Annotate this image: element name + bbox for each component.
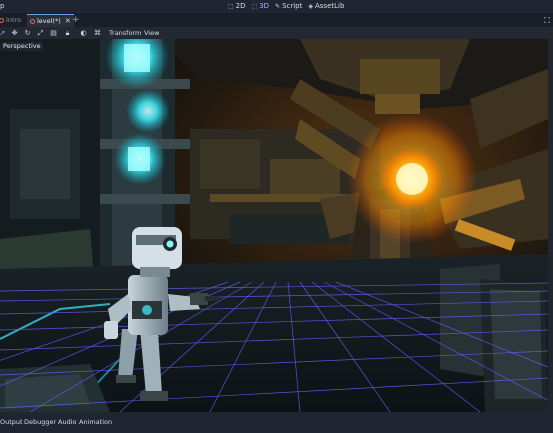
3d-viewport[interactable]: Perspective bbox=[0, 39, 548, 412]
group-icon[interactable]: ◐ bbox=[79, 27, 88, 39]
scene-render bbox=[0, 39, 548, 412]
list-select-icon[interactable]: ▤ bbox=[49, 27, 58, 39]
animation-tab[interactable]: Animation bbox=[79, 412, 112, 433]
scene-tab-intro[interactable]: Intro bbox=[0, 14, 24, 26]
mode-2d-button[interactable]: ⬚ 2D bbox=[228, 0, 246, 13]
scale-tool-icon[interactable]: ⤢ bbox=[36, 27, 45, 39]
mode-3d-button[interactable]: ⬚ 3D bbox=[252, 0, 270, 13]
scene-tab-label: Intro bbox=[6, 16, 22, 24]
mode-script-label: Script bbox=[282, 2, 303, 10]
rotate-tool-icon[interactable]: ↻ bbox=[23, 27, 32, 39]
view-menu[interactable]: View bbox=[144, 27, 159, 39]
select-tool-icon[interactable]: ➚ bbox=[0, 27, 7, 39]
lock-icon[interactable]: 🔒︎ bbox=[63, 27, 72, 39]
bottom-panel-tabs: Output Debugger Audio Animation bbox=[0, 412, 553, 433]
mode-script-button[interactable]: ✎ Script bbox=[275, 0, 302, 13]
mode-3d-label: 3D bbox=[259, 2, 270, 10]
viewport-edge bbox=[548, 39, 553, 412]
perspective-menu[interactable]: Perspective bbox=[1, 42, 43, 51]
top-bar: p ⬚ 2D ⬚ 3D ✎ Script ◈ AssetLib bbox=[0, 0, 553, 13]
transform-menu[interactable]: Transform bbox=[109, 27, 141, 39]
output-tab[interactable]: Output bbox=[0, 412, 23, 433]
scene-tab-bar: Intro level(*) ✕ + ⛶ bbox=[0, 13, 553, 27]
snap-icon[interactable]: ⌘ bbox=[93, 27, 102, 39]
distraction-free-icon[interactable]: ⛶ bbox=[544, 14, 550, 28]
mode-assetlib-button[interactable]: ◈ AssetLib bbox=[308, 0, 344, 13]
2d-icon: ⬚ bbox=[228, 3, 234, 10]
assetlib-icon: ◈ bbox=[308, 3, 313, 10]
scene-icon bbox=[30, 18, 35, 24]
close-icon[interactable]: ✕ bbox=[65, 15, 71, 27]
mode-2d-label: 2D bbox=[235, 2, 246, 10]
debugger-tab[interactable]: Debugger bbox=[24, 412, 56, 433]
add-tab-icon[interactable]: + bbox=[72, 13, 80, 27]
move-tool-icon[interactable]: ✥ bbox=[10, 27, 19, 39]
menu-fragment[interactable]: p bbox=[0, 0, 4, 13]
workspace-switcher: ⬚ 2D ⬚ 3D ✎ Script ◈ AssetLib bbox=[228, 0, 344, 13]
script-icon: ✎ bbox=[275, 3, 281, 10]
scene-tab-label: level(*) bbox=[37, 17, 61, 25]
audio-tab[interactable]: Audio bbox=[58, 412, 76, 433]
viewport-toolbar: ➚ ✥ ↻ ⤢ ▤ 🔒︎ ◐ ⌘ Transform View bbox=[0, 27, 553, 39]
scene-icon bbox=[0, 17, 4, 23]
mode-assetlib-label: AssetLib bbox=[315, 2, 345, 10]
scene-tab-level[interactable]: level(*) ✕ bbox=[27, 14, 74, 27]
3d-icon: ⬚ bbox=[251, 3, 258, 10]
